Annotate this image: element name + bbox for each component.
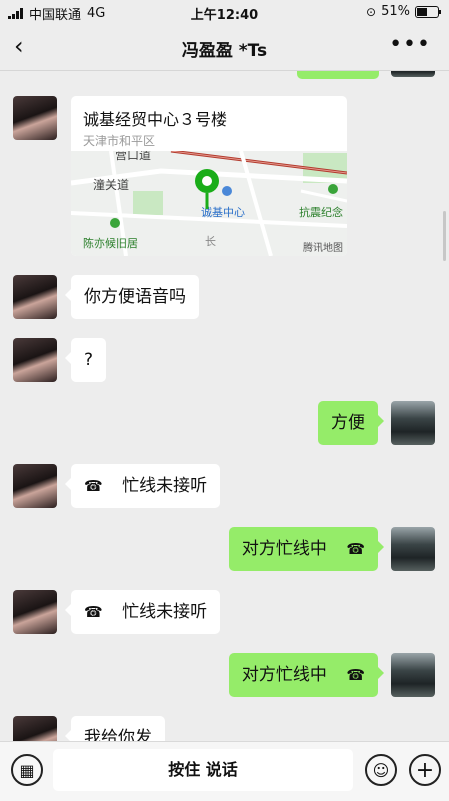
contact-avatar[interactable] <box>13 716 57 741</box>
message-bubble[interactable]: ? <box>64 338 107 382</box>
more-options-button[interactable]: ••• <box>389 32 431 57</box>
map-label-yingkou: 营口道 <box>115 151 151 162</box>
hold-to-talk-button[interactable]: 按住 说话 <box>53 749 353 791</box>
location-address: 天津市和平区 <box>83 134 156 148</box>
battery-icon <box>415 5 441 18</box>
map-preview: 营口道 潼关道 诚基中心 抗震纪念 陈亦候旧居 长 腾讯地图 <box>71 151 347 256</box>
phone-hangup-icon: ☎ <box>84 603 103 621</box>
keyboard-toggle-icon[interactable]: ▦ <box>11 754 43 786</box>
status-bar: 中国联通 4G 上午12:40 ⊙ 51% <box>0 0 449 24</box>
message-bubble[interactable]: 你方便语音吗 <box>65 275 199 319</box>
contact-avatar[interactable] <box>13 338 57 382</box>
map-label-chenyi: 陈亦候旧居 <box>83 236 138 250</box>
call-record-bubble[interactable]: ☎ 忙线未接听 <box>64 464 221 508</box>
my-avatar[interactable] <box>391 71 435 77</box>
map-label-kangzhen: 抗震纪念 <box>299 205 343 219</box>
my-avatar[interactable] <box>391 401 435 445</box>
phone-hangup-icon: ☎ <box>346 666 365 684</box>
map-label-chang: 长 <box>205 235 216 248</box>
plus-icon[interactable]: + <box>409 754 441 786</box>
message-bubble[interactable]: 方便 <box>318 401 384 445</box>
contact-avatar[interactable] <box>13 464 57 508</box>
call-record-bubble[interactable]: 对方忙线中 ☎ <box>228 653 385 697</box>
phone-hangup-icon: ☎ <box>346 540 365 558</box>
my-avatar[interactable] <box>391 653 435 697</box>
call-record-bubble[interactable]: 对方忙线中 ☎ <box>228 527 385 571</box>
location-name: 诚基经贸中心３号楼 <box>83 110 228 129</box>
message-list[interactable]: 诚基经贸中心３号楼 天津市和平区 营口道 潼关道 诚基中心 抗震纪念 陈亦候旧居… <box>0 71 449 741</box>
message-bubble[interactable]: 我给你发 <box>65 716 165 741</box>
my-avatar[interactable] <box>391 527 435 571</box>
input-bar: ▦ 按住 说话 ☺ + <box>0 741 449 801</box>
chat-header: ‹ 冯盈盈 *Ts ••• <box>0 24 449 71</box>
tencent-map-logo: 腾讯地图 <box>303 241 343 254</box>
contact-avatar[interactable] <box>13 590 57 634</box>
scrollbar[interactable] <box>443 211 446 261</box>
battery-percent: 51% <box>381 4 410 19</box>
call-record-bubble[interactable]: ☎ 忙线未接听 <box>64 590 221 634</box>
phone-hangup-icon: ☎ <box>84 477 103 495</box>
map-label-tongguan: 潼关道 <box>93 177 129 192</box>
chat-title: 冯盈盈 *Ts <box>181 41 268 61</box>
prev-message-bubble[interactable] <box>297 71 379 79</box>
rotation-lock-icon: ⊙ <box>366 4 377 19</box>
contact-avatar[interactable] <box>13 96 57 140</box>
emoji-icon[interactable]: ☺ <box>365 754 397 786</box>
location-card[interactable]: 诚基经贸中心３号楼 天津市和平区 营口道 潼关道 诚基中心 抗震纪念 陈亦候旧居… <box>71 96 347 256</box>
contact-avatar[interactable] <box>13 275 57 319</box>
